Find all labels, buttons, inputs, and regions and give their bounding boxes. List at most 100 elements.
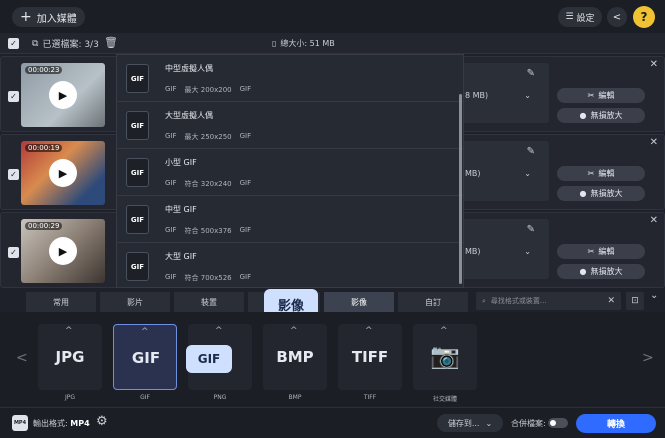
chevron-up-icon[interactable]: ^ [65,326,73,336]
output-settings: ✎ 8 MB) ⌄ [461,63,549,123]
ai-upscale-label: 無損放大 [590,267,623,276]
preset-format: GIF [165,85,177,93]
bmp-logo: BMP [276,348,314,366]
merge-files-toggle[interactable] [548,418,568,428]
selected-files: ⧉ 已選檔案: 3/3 [32,37,99,51]
tab-images[interactable]: 影像 [324,292,394,312]
save-to-dropdown[interactable]: 儲存到... ⌄ [437,414,503,432]
duration-badge: 00:00:29 [25,222,63,230]
preset-size: 符合 700x526 [184,274,232,282]
preset-size: 符合 320x240 [184,180,232,188]
pencil-icon[interactable]: ✎ [527,146,535,157]
edit-label: 編輯 [598,91,615,100]
pencil-icon[interactable]: ✎ [527,224,535,235]
file-checkbox[interactable]: ✓ [8,91,19,102]
sliders-icon: ☰ [565,12,574,22]
gif-file-icon: GIF [126,205,149,234]
file-checkbox[interactable]: ✓ [8,169,19,180]
preset-list-scrollbar[interactable] [459,94,462,284]
gif-preset-list: GIF 中型虛擬人偶 GIF 最大 200x200 GIF GIF 大型虛擬人偶 G… [116,54,464,288]
play-icon[interactable]: ▶ [49,237,77,265]
gif-file-icon: GIF [126,64,149,93]
format-gif[interactable]: ^ GIF [113,324,177,390]
clear-search-icon[interactable]: ✕ [607,296,615,306]
pencil-icon[interactable]: ✎ [527,68,535,79]
jpg-logo: JPG [55,348,85,366]
format-label: 社交媒體 [432,396,457,403]
file-checkbox[interactable]: ✓ [8,247,19,258]
format-tiff[interactable]: ^ TIFF [338,324,402,390]
chevron-up-icon[interactable]: ^ [290,326,298,336]
help-button[interactable]: ? [633,6,655,28]
preset-size: 最大 200x200 [184,86,232,94]
format-search-input[interactable]: ⌕ 尋找格式或裝置... ✕ [476,292,621,310]
ai-upscale-button[interactable]: ● 無損放大 [557,264,645,279]
total-size-label: 總大小: 51 MB [280,39,335,48]
chevron-up-icon[interactable]: ^ [365,326,373,336]
preset-item[interactable]: GIF 中型虛擬人偶 GIF 最大 200x200 GIF [117,55,463,102]
play-icon[interactable]: ▶ [49,81,77,109]
format-label: JPG [64,394,76,401]
format-bmp[interactable]: ^ BMP [263,324,327,390]
chevron-up-icon[interactable]: ^ [141,327,149,337]
ai-upscale-button[interactable]: ● 無損放大 [557,108,645,123]
preset-codec: GIF [239,85,252,93]
chevron-left-icon[interactable]: < [16,350,28,366]
plus-icon: + [20,9,32,25]
preset-item[interactable]: GIF 大型 GIF GIF 符合 700x526 GIF [117,243,463,287]
gear-icon[interactable]: ⚙ [96,414,108,429]
collapse-chevron-icon[interactable]: ⌄ [650,290,658,301]
convert-button[interactable]: 轉換 [576,414,656,433]
search-icon: ⌕ [482,296,486,305]
edit-button[interactable]: ✂ 編輯 [557,88,645,103]
select-all-checkbox[interactable]: ✓ [8,38,19,49]
tab-devices[interactable]: 裝置 [174,292,244,312]
selection-toolbar: ✓ ⧉ 已選檔案: 3/3 🗑 ▯ 總大小: 51 MB [0,33,665,54]
chevron-up-icon[interactable]: ^ [215,326,223,336]
edit-button[interactable]: ✂ 編輯 [557,166,645,181]
video-thumbnail[interactable]: 00:00:19 ▶ [21,141,105,205]
add-media-button[interactable]: + 加入媒體 [12,7,85,27]
format-jpg[interactable]: ^ JPG [38,324,102,390]
preset-item[interactable]: GIF 中型 GIF GIF 符合 500x376 GIF [117,196,463,243]
tab-video[interactable]: 影片 [100,292,170,312]
file-icon: ▯ [272,39,277,48]
preset-codec: GIF [239,132,252,140]
settings-label: 設定 [576,13,595,24]
camera-icon: 📷 [430,342,460,370]
search-placeholder: 尋找格式或裝置... [490,297,547,305]
settings-button[interactable]: ☰ 設定 [558,7,602,27]
bottom-bar: MP4 輸出格式: MP4 ⚙ 儲存到... ⌄ 合併檔案: 轉換 [0,407,665,438]
output-format-icon: MP4 [12,415,28,431]
edit-label: 編輯 [598,247,615,256]
scissors-icon: ✂ [587,91,595,100]
close-icon[interactable]: ✕ [650,215,658,226]
preset-item[interactable]: GIF 小型 GIF GIF 符合 320x240 GIF [117,149,463,196]
format-panel: < ^ JPG JPG ^ GIF GIF ^ G PNG ^ BMP BMP … [0,312,665,406]
format-social[interactable]: ^ 📷 [413,324,477,390]
chevron-up-icon[interactable]: ^ [440,326,448,336]
chevron-down-icon[interactable]: ⌄ [524,91,531,100]
close-icon[interactable]: ✕ [650,137,658,148]
share-button[interactable]: < [607,7,627,27]
trash-icon[interactable]: 🗑 [104,36,118,49]
gif-file-icon: GIF [126,111,149,140]
ai-upscale-label: 無損放大 [590,111,623,120]
ai-upscale-button[interactable]: ● 無損放大 [557,186,645,201]
preset-item[interactable]: GIF 大型虛擬人偶 GIF 最大 250x250 GIF [117,102,463,149]
edit-button[interactable]: ✂ 編輯 [557,244,645,259]
format-label: GIF [140,394,150,401]
video-thumbnail[interactable]: 00:00:29 ▶ [21,219,105,283]
tab-custom[interactable]: 自訂 [398,292,468,312]
video-thumbnail[interactable]: 00:00:23 ▶ [21,63,105,127]
ai-icon: ● [579,189,587,198]
chevron-right-icon[interactable]: > [642,350,654,366]
add-format-button[interactable]: ⊡ [626,292,644,310]
output-format-prefix: 輸出格式: [33,419,68,428]
play-icon[interactable]: ▶ [49,159,77,187]
close-icon[interactable]: ✕ [650,59,658,70]
ai-upscale-label: 無損放大 [590,189,623,198]
tab-common[interactable]: 常用 [26,292,96,312]
chevron-down-icon[interactable]: ⌄ [524,169,531,178]
chevron-down-icon[interactable]: ⌄ [524,247,531,256]
